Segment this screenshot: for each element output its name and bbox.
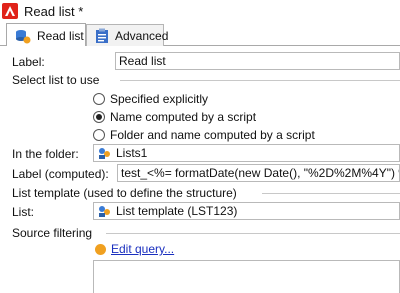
section-divider: [106, 233, 400, 234]
section-divider: [262, 193, 400, 194]
radio-label: Folder and name computed by a script: [110, 128, 315, 142]
radio-name-computed[interactable]: Name computed by a script: [93, 110, 256, 124]
tab-read-list[interactable]: Read list: [6, 23, 86, 47]
list-caption: List:: [12, 205, 35, 219]
tab-advanced[interactable]: Advanced: [86, 24, 168, 46]
radio-folder-and-name-computed[interactable]: Folder and name computed by a script: [93, 128, 315, 142]
label-computed-value: test_<%= formatDate(new Date(), "%2D%2M%…: [121, 166, 400, 180]
folder-value: Lists1: [116, 146, 148, 160]
tab-read-list-label: Read list: [37, 28, 84, 43]
tab-advanced-label: Advanced: [115, 28, 169, 43]
list-template-value: List template (LST123): [116, 204, 238, 218]
folder-link-icon: [97, 146, 113, 160]
radio-specified-explicitly[interactable]: Specified explicitly: [93, 92, 208, 106]
filter-description-box[interactable]: [93, 260, 400, 293]
section-divider: [120, 80, 400, 81]
label-caption: Label:: [12, 55, 45, 69]
radio-label: Name computed by a script: [110, 110, 257, 124]
edit-query-row[interactable]: Edit query...: [95, 242, 174, 256]
radio-button[interactable]: [93, 129, 105, 141]
list-template-field[interactable]: List template (LST123): [93, 202, 400, 220]
list-link-icon: [97, 204, 113, 218]
label-input-value: Read list: [119, 54, 166, 68]
clipboard-icon: [95, 28, 109, 44]
folder-caption: In the folder:: [12, 147, 79, 161]
label-computed-input[interactable]: test_<%= formatDate(new Date(), "%2D%2M%…: [117, 164, 400, 182]
database-read-icon: [15, 28, 31, 44]
read-list-panel: Label: Read list Select list to use Spec…: [0, 46, 400, 293]
label-computed-caption: Label (computed):: [12, 167, 109, 181]
radio-button-checked[interactable]: [93, 111, 105, 123]
folder-field[interactable]: Lists1: [93, 144, 400, 162]
window-title: Read list *: [24, 3, 84, 19]
app-logo-icon: [2, 3, 18, 19]
edit-query-link[interactable]: Edit query...: [111, 242, 174, 256]
query-status-icon: [95, 243, 106, 255]
radio-label: Specified explicitly: [110, 92, 209, 106]
source-filtering-header: Source filtering: [12, 226, 93, 240]
tab-strip: Read list Advanced: [0, 22, 400, 47]
select-list-header: Select list to use: [12, 73, 100, 87]
window-titlebar: Read list *: [0, 0, 400, 22]
list-template-header: List template (used to define the struct…: [12, 186, 237, 200]
label-input[interactable]: Read list: [115, 52, 400, 70]
radio-button[interactable]: [93, 93, 105, 105]
